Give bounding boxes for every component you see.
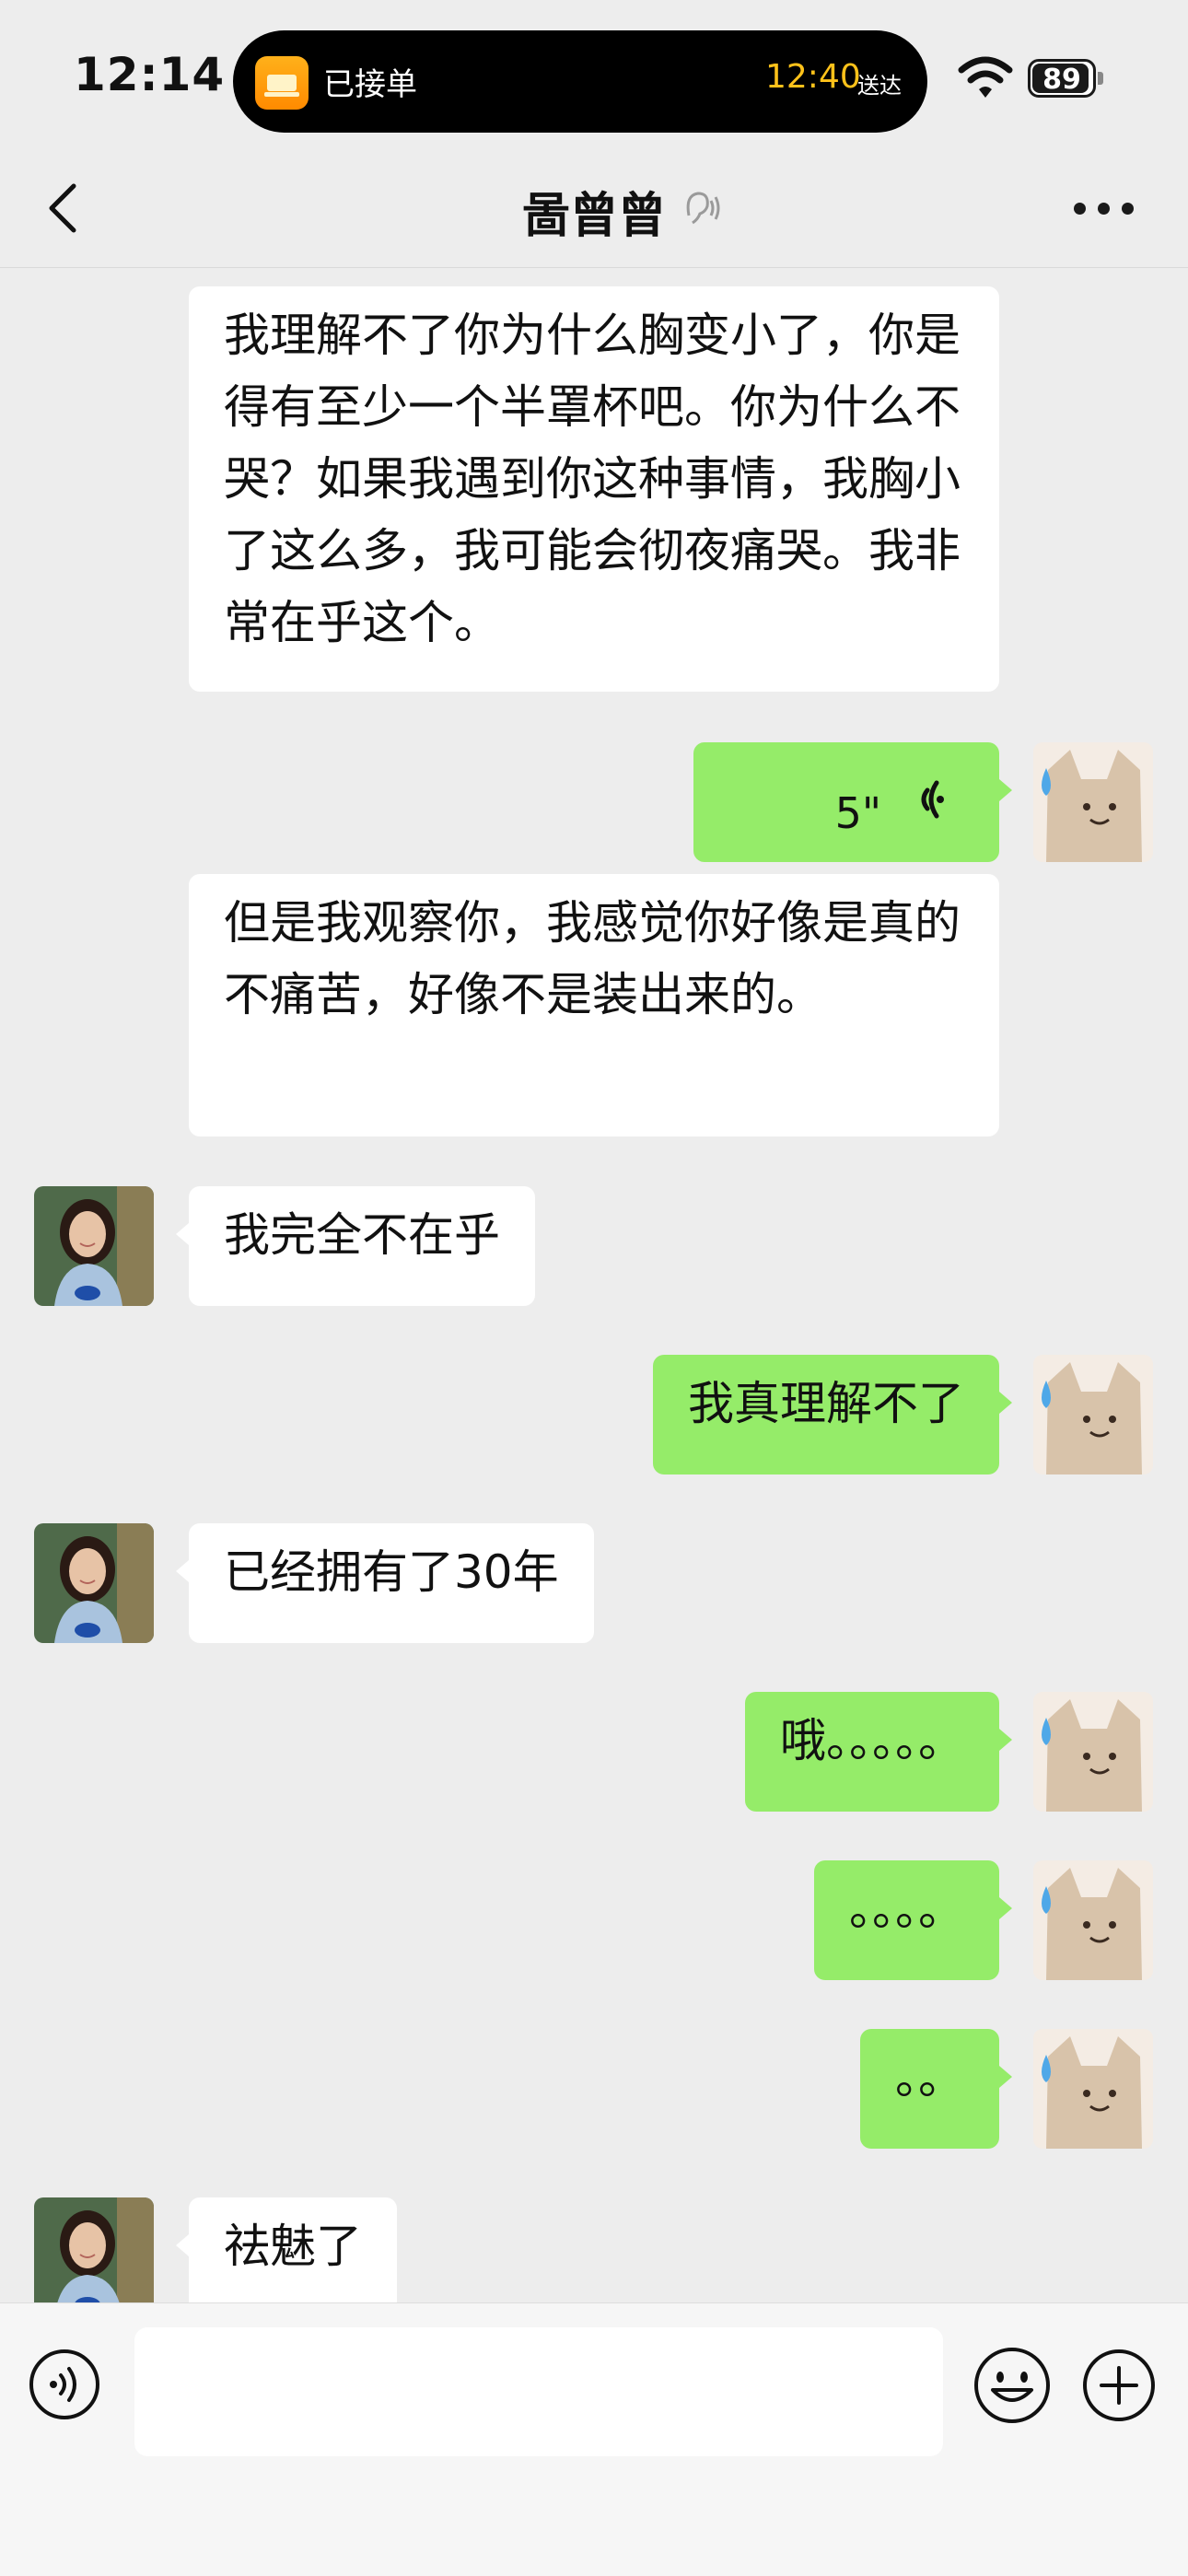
- cat-avatar-image: [1033, 1355, 1153, 1474]
- contact-photo: [34, 1186, 154, 1306]
- live-activity-time: 12:40: [765, 58, 861, 96]
- contact-avatar[interactable]: [34, 1186, 154, 1306]
- input-bar: [0, 2302, 1188, 2576]
- cat-avatar-image: [1033, 1860, 1153, 1980]
- message-text: 哦。。。。。: [780, 1714, 964, 1767]
- status-time: 12:14: [74, 48, 226, 101]
- emoji-icon[interactable]: [973, 2346, 1052, 2425]
- voice-duration: 5": [834, 788, 881, 838]
- self-avatar[interactable]: [1033, 1692, 1153, 1812]
- message-text: 。。: [895, 2051, 964, 2104]
- live-activity-sub: 送达: [857, 73, 902, 99]
- message-bubble-received[interactable]: 我完全不在乎: [176, 1186, 535, 1306]
- contact-photo: [34, 2197, 154, 2302]
- voice-message-bubble[interactable]: 5": [693, 742, 1012, 862]
- battery-level: 89: [1042, 64, 1081, 96]
- delivery-app-icon: [255, 56, 309, 110]
- self-avatar[interactable]: [1033, 742, 1153, 862]
- message-text: 我真理解不了: [688, 1377, 964, 1430]
- plus-icon[interactable]: [1081, 2348, 1157, 2423]
- live-activity-label: 已接单: [323, 66, 417, 103]
- message-bubble-received[interactable]: 祛魅了: [176, 2197, 397, 2302]
- self-avatar[interactable]: [1033, 1860, 1153, 1980]
- message-bubble-sent[interactable]: 哦。。。。。: [745, 1692, 1012, 1812]
- cat-avatar-image: [1033, 2029, 1153, 2149]
- message-text: 我理解不了你为什么胸变小了，你是得有至少一个半罩杯吧。你为什么不哭？如果我遇到你…: [224, 309, 961, 649]
- message-text: 已经拥有了30年: [224, 1545, 559, 1599]
- cat-avatar-image: [1033, 1692, 1153, 1812]
- chat-header: 啚曾曾: [0, 147, 1188, 268]
- message-text: 但是我观察你，我感觉你好像是真的不痛苦，好像不是装出来的。: [224, 896, 961, 1021]
- ear-icon: [686, 192, 720, 225]
- self-avatar[interactable]: [1033, 1355, 1153, 1474]
- voice-wave-icon: [921, 780, 944, 819]
- message-bubble-sent[interactable]: 。。。。: [814, 1860, 1012, 1980]
- message-bubble-received[interactable]: 我理解不了你为什么胸变小了，你是得有至少一个半罩杯吧。你为什么不哭？如果我遇到你…: [189, 286, 999, 692]
- message-bubble-received[interactable]: 已经拥有了30年: [176, 1523, 594, 1643]
- dynamic-island-live-activity[interactable]: 已接单 12:40 送达: [233, 30, 927, 133]
- contact-avatar[interactable]: [34, 2197, 154, 2302]
- message-text: 我完全不在乎: [224, 1208, 500, 1262]
- battery-nub: [1098, 72, 1103, 85]
- message-bubble-sent[interactable]: 。。: [860, 2029, 1012, 2149]
- more-icon[interactable]: [1074, 203, 1135, 216]
- message-bubble-received[interactable]: 但是我观察你，我感觉你好像是真的不痛苦，好像不是装出来的。: [189, 874, 999, 1136]
- contact-photo: [34, 1523, 154, 1643]
- self-avatar[interactable]: [1033, 2029, 1153, 2149]
- contact-avatar[interactable]: [34, 1523, 154, 1643]
- cat-avatar-image: [1033, 742, 1153, 862]
- message-text: 。。。。: [849, 1882, 964, 1936]
- message-input[interactable]: [134, 2327, 943, 2456]
- chat-title[interactable]: 啚曾曾: [0, 177, 1188, 246]
- voice-input-icon[interactable]: [28, 2348, 101, 2421]
- message-list[interactable]: 我理解不了你为什么胸变小了，你是得有至少一个半罩杯吧。你为什么不哭？如果我遇到你…: [0, 268, 1188, 2302]
- message-bubble-sent[interactable]: 我真理解不了: [653, 1355, 1012, 1474]
- battery-icon: 89: [1028, 59, 1096, 98]
- wifi-icon: [958, 56, 1013, 98]
- message-text: 祛魅了: [224, 2220, 362, 2273]
